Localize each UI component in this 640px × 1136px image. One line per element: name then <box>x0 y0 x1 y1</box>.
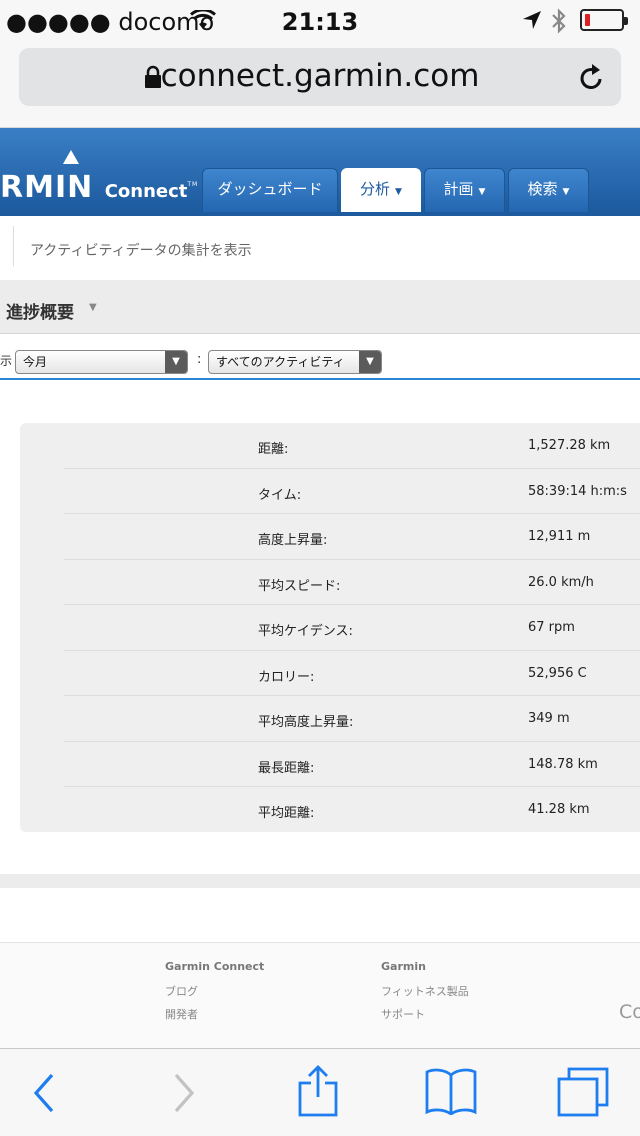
bluetooth-icon <box>552 8 566 34</box>
filter-bar: 示 今月 ▼ : すべてのアクティビティ ▼ <box>0 334 640 380</box>
period-select[interactable]: 今月 ▼ <box>15 350 188 374</box>
reload-icon[interactable] <box>578 62 606 92</box>
chevron-down-icon: ▼ <box>395 187 402 197</box>
footer-link-fitness-products[interactable]: フィットネス製品 <box>381 983 469 999</box>
period-select-value: 今月 <box>23 355 48 369</box>
stat-label: タイム: <box>258 488 302 503</box>
footer-column-title: Garmin <box>381 960 426 973</box>
tab-dashboard-label: ダッシュボード <box>217 180 323 198</box>
site-footer: Garmin Connect ブログ 開発者 Garmin フィットネス製品 サ… <box>0 942 640 1048</box>
stat-value: 148.78 km <box>528 757 598 772</box>
tab-analysis-label: 分析 <box>360 180 391 198</box>
page-subtitle: アクティビティデータの集計を表示 <box>30 243 252 259</box>
garmin-header: RMIN ConnectTM ダッシュボード 分析 ▼ 計画 ▼ 検索 ▼ <box>0 128 640 212</box>
activity-select[interactable]: すべてのアクティビティ ▼ <box>208 350 382 374</box>
section-title: 進捗概要 <box>6 303 74 323</box>
stat-value: 67 rpm <box>528 620 575 635</box>
filter-separator: : <box>197 352 202 367</box>
garmin-connect-logo[interactable]: RMIN ConnectTM <box>0 170 198 205</box>
stat-value: 58:39:14 h:m:s <box>528 484 627 499</box>
logo-trademark: TM <box>187 181 199 188</box>
section-divider <box>0 874 640 888</box>
stat-value: 26.0 km/h <box>528 575 594 590</box>
stat-label: 平均スピード: <box>258 579 341 594</box>
table-row: 最長距離: 148.78 km <box>64 741 640 786</box>
stat-value: 41.28 km <box>528 802 590 817</box>
bookmarks-icon[interactable] <box>424 1067 478 1115</box>
browser-toolbar <box>0 1048 640 1136</box>
footer-link-support[interactable]: サポート <box>381 1006 425 1022</box>
status-bar: ●●●●● docomo 21:13 <box>0 0 640 42</box>
stat-label: 平均距離: <box>258 806 315 821</box>
tab-search[interactable]: 検索 ▼ <box>508 168 589 212</box>
stat-value: 52,956 C <box>528 666 587 681</box>
share-icon[interactable] <box>297 1065 339 1117</box>
table-row: タイム: 58:39:14 h:m:s <box>64 468 640 513</box>
chevron-down-icon: ▼ <box>478 187 486 197</box>
activity-select-value: すべてのアクティビティ <box>216 355 345 369</box>
chevron-down-icon: ▼ <box>359 351 381 373</box>
table-row: 平均高度上昇量: 349 m <box>64 695 640 740</box>
table-row: カロリー: 52,956 C <box>64 650 640 695</box>
tab-analysis[interactable]: 分析 ▼ <box>341 168 421 212</box>
stat-label: 最長距離: <box>258 761 315 776</box>
table-row: 平均スピード: 26.0 km/h <box>64 559 640 604</box>
back-icon[interactable] <box>30 1071 56 1115</box>
logo-connect-text: Connect <box>104 181 188 202</box>
location-arrow-icon <box>523 11 541 29</box>
stat-label: 距離: <box>258 442 289 457</box>
chevron-down-icon: ▼ <box>165 351 187 373</box>
footer-column-title: Garmin Connect <box>165 960 265 973</box>
stat-value: 1,527.28 km <box>528 438 611 453</box>
tab-dashboard[interactable]: ダッシュボード <box>202 168 338 212</box>
stats-table: 距離: 1,527.28 km タイム: 58:39:14 h:m:s 高度上昇… <box>20 423 640 832</box>
chevron-down-icon: ▼ <box>562 187 570 197</box>
footer-link-blog[interactable]: ブログ <box>165 983 198 999</box>
chevron-down-icon[interactable]: ▼ <box>89 302 97 313</box>
page-subheader: アクティビティデータの集計を表示 <box>0 216 640 280</box>
table-row: 平均ケイデンス: 67 rpm <box>64 604 640 649</box>
clock: 21:13 <box>281 8 359 36</box>
stat-value: 349 m <box>528 711 570 726</box>
browser-address-area: connect.garmin.com <box>0 42 640 128</box>
forward-icon[interactable] <box>172 1071 198 1115</box>
logo-wordmark: RMIN <box>0 170 94 205</box>
tabs-icon[interactable] <box>557 1067 609 1117</box>
tab-search-label: 検索 <box>527 180 558 198</box>
stat-label: 平均ケイデンス: <box>258 624 353 639</box>
tab-plan-label: 計画 <box>443 180 474 198</box>
table-row: 高度上昇量: 12,911 m <box>64 513 640 558</box>
filter-prefix-label: 示 <box>0 354 13 368</box>
progress-overview-header[interactable]: 進捗概要 ▼ <box>0 280 640 334</box>
stat-label: 平均高度上昇量: <box>258 715 354 730</box>
table-row: 平均距離: 41.28 km <box>64 786 640 831</box>
stat-label: 高度上昇量: <box>258 533 328 548</box>
table-row: 距離: 1,527.28 km <box>64 423 640 468</box>
garmin-triangle-icon <box>63 150 79 164</box>
stat-label: カロリー: <box>258 670 315 685</box>
footer-truncated-text: Co <box>619 1001 640 1023</box>
battery-icon <box>580 9 628 31</box>
footer-link-developers[interactable]: 開発者 <box>165 1006 198 1022</box>
url-text[interactable]: connect.garmin.com <box>0 58 640 94</box>
stat-value: 12,911 m <box>528 529 591 544</box>
subheader-rule <box>13 226 14 266</box>
tab-plan[interactable]: 計画 ▼ <box>424 168 505 212</box>
